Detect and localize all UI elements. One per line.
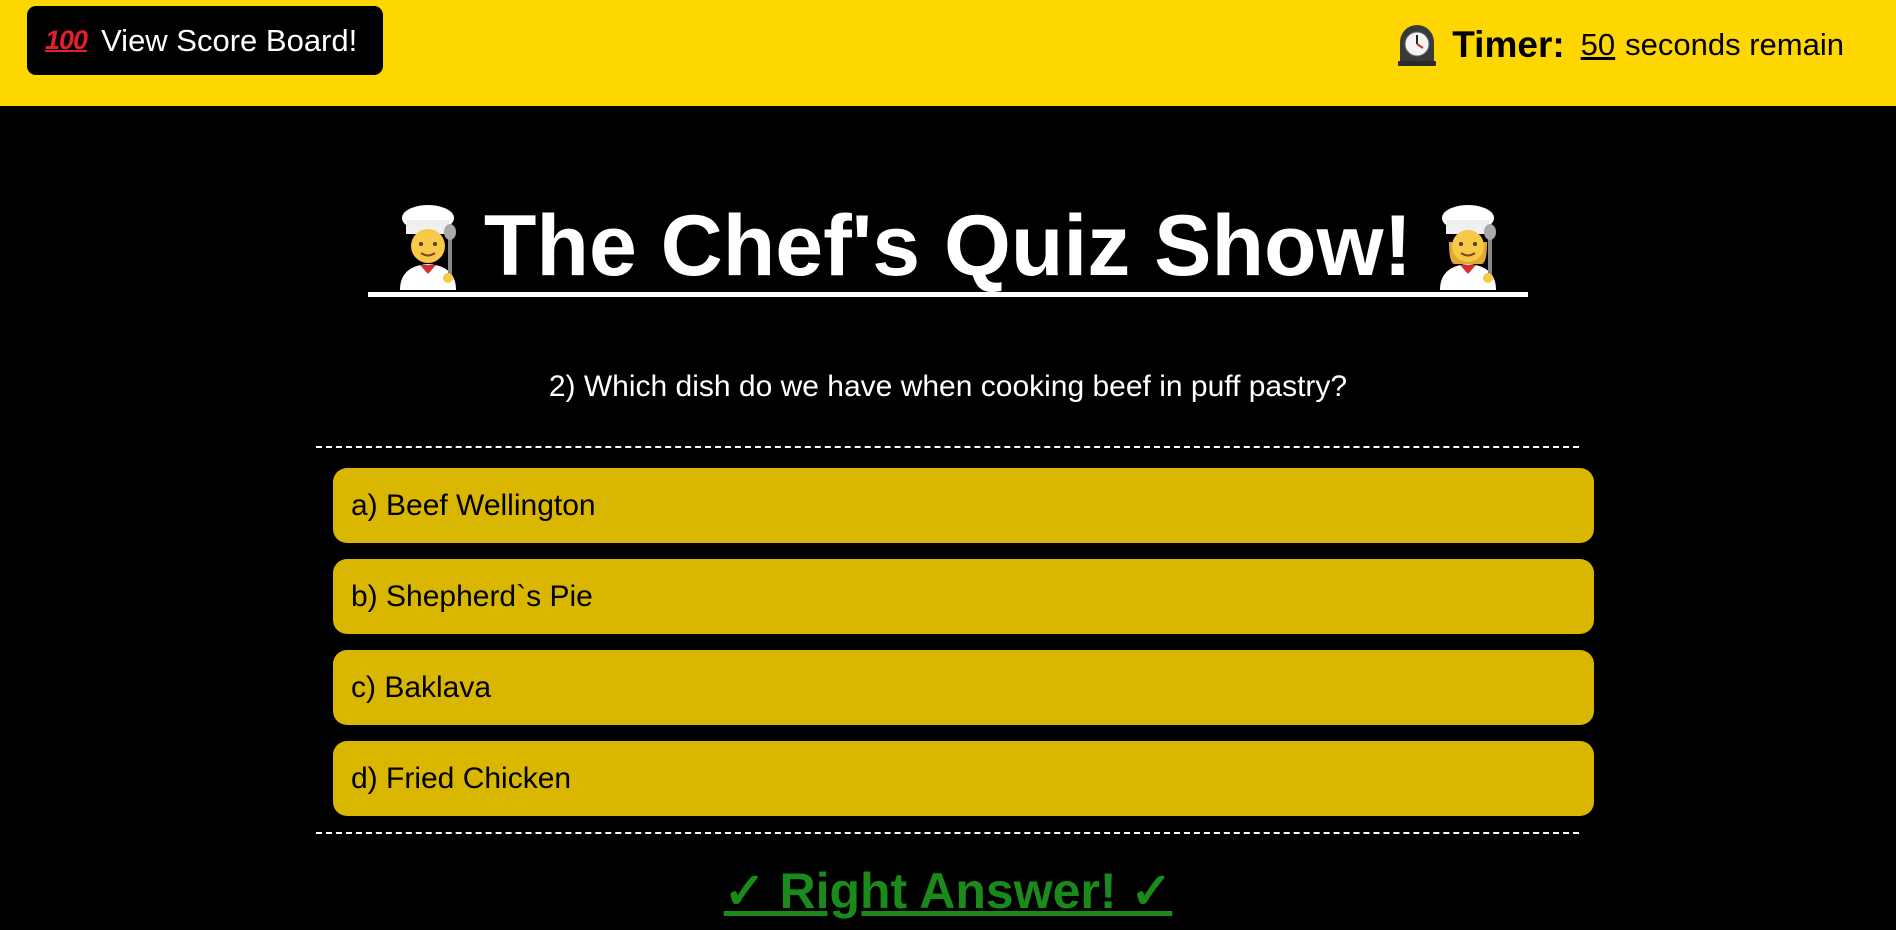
timer-label: Timer: [1452,24,1565,65]
answer-option-b[interactable]: b) Shepherd`s Pie [333,559,1594,634]
view-score-board-button[interactable]: 100 View Score Board! [27,6,383,75]
title-text: The Chef's Quiz Show! [483,198,1413,294]
hundred-points-icon: 100 [45,25,88,55]
divider-top [316,446,1579,448]
answer-option-c[interactable]: c) Baklava [333,650,1594,725]
right-answer-message: ✓ Right Answer! ✓ [723,863,1173,919]
woman-cook-icon [1430,202,1506,290]
timer: Timer: 50 seconds remain [1396,20,1844,70]
divider-bottom [316,832,1579,834]
timer-seconds: 50 [1580,27,1616,62]
mantelpiece-clock-icon [1396,24,1438,66]
man-cook-icon [390,202,466,290]
score-board-label: View Score Board! [101,22,358,58]
answer-option-a[interactable]: a) Beef Wellington [333,468,1594,543]
page-title: The Chef's Quiz Show! [0,198,1896,316]
answer-option-d[interactable]: d) Fried Chicken [333,741,1594,816]
timer-suffix: seconds remain [1625,27,1844,62]
top-bar: 100 View Score Board! Timer: 50 seconds … [0,0,1896,106]
question-text: 2) Which dish do we have when cooking be… [548,370,1348,403]
